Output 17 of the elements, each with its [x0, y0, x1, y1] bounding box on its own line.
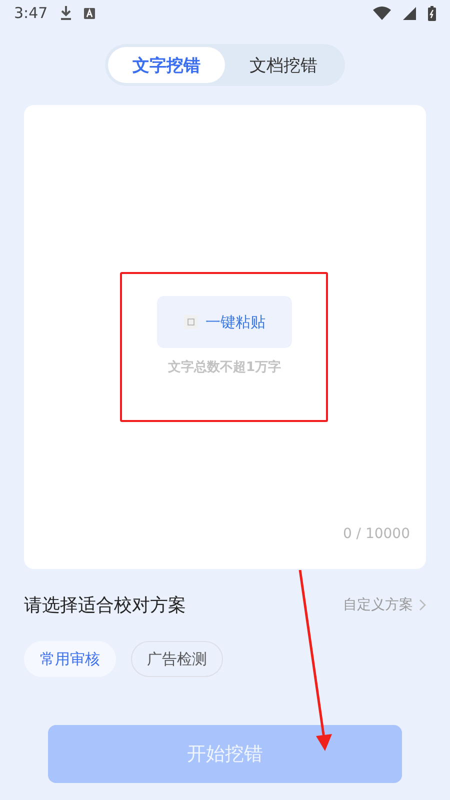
paste-button[interactable]: 一键粘贴: [157, 296, 292, 348]
plan-chip[interactable]: 广告检测: [131, 641, 223, 677]
battery-icon: [428, 6, 436, 20]
mode-tab[interactable]: 文字挖错: [108, 47, 225, 83]
character-counter: 0 / 10000: [342, 526, 410, 542]
clipboard-icon: [184, 315, 198, 329]
mode-tab[interactable]: 文档挖错: [225, 47, 342, 83]
plan-chip[interactable]: 常用审核: [24, 641, 116, 677]
section-heading: 请选择适合校对方案: [24, 594, 186, 617]
wifi-icon: [373, 6, 391, 20]
chevron-right-icon: [419, 599, 426, 611]
signal-icon: [403, 6, 416, 20]
custom-plan-link[interactable]: 自定义方案: [343, 596, 426, 614]
length-hint: 文字总数不超1万字: [168, 358, 282, 376]
download-icon: [60, 6, 72, 20]
status-time: 3:47: [14, 4, 48, 22]
font-icon: [84, 8, 95, 18]
